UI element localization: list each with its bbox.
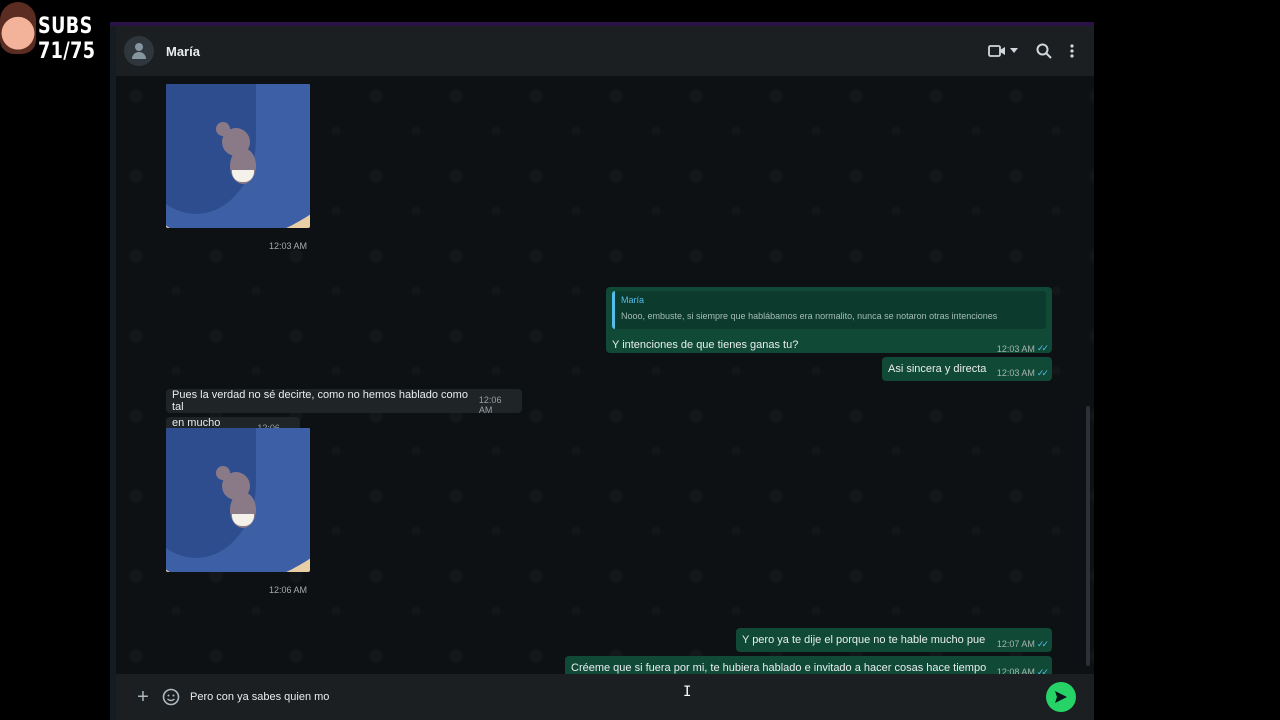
send-button[interactable]: [1046, 682, 1076, 712]
quoted-message[interactable]: María Nooo, embuste, si siempre que habl…: [612, 291, 1046, 329]
message-time: 12:03 AM: [269, 241, 308, 251]
quoted-author: María: [621, 295, 645, 305]
message-text: Y intenciones de que tienes ganas tu?: [612, 338, 799, 351]
quoted-text: Nooo, embuste, si siempre que hablábamos…: [621, 311, 998, 321]
message-time: 12:06 AM: [478, 395, 502, 415]
text-cursor-icon: I: [683, 684, 692, 700]
message-list[interactable]: 12:03 AM María Nooo, embuste, si siempre…: [116, 76, 1094, 680]
video-call-icon: [988, 45, 1005, 57]
outgoing-message[interactable]: Y pero ya te dije el porque no te hable …: [736, 628, 1052, 652]
message-time: 12:03 AM: [996, 368, 1035, 378]
streamer-avatar: [0, 2, 36, 54]
message-time: 12:07 AM: [996, 639, 1035, 649]
chat-window: María 12:03 AM María Nooo, embuste, si s…: [110, 22, 1094, 720]
message-input[interactable]: [188, 690, 1012, 704]
plus-icon[interactable]: +: [134, 686, 152, 709]
scrollbar[interactable]: [1086, 406, 1090, 666]
more-vertical-icon[interactable]: [1070, 44, 1074, 58]
incoming-message[interactable]: Pues la verdad no sé decirte, como no he…: [166, 389, 522, 415]
search-icon[interactable]: [1036, 43, 1052, 59]
message-text: Y pero ya te dije el porque no te hable …: [742, 634, 986, 646]
sticker-icon[interactable]: [162, 688, 180, 706]
read-ticks-icon: ✓✓: [1036, 638, 1049, 649]
message-time: 12:06 AM: [269, 585, 308, 595]
read-ticks-icon: ✓✓: [1036, 343, 1049, 353]
message-composer: +: [116, 674, 1094, 720]
contact-name[interactable]: María: [166, 44, 200, 59]
message-text: Pues la verdad no sé decirte, como no he…: [172, 389, 468, 413]
contact-avatar[interactable]: [124, 36, 154, 66]
video-call-button[interactable]: [988, 44, 1018, 58]
message-text: Asi sincera y directa: [888, 363, 987, 375]
read-ticks-icon: ✓✓: [1036, 367, 1049, 378]
chevron-down-icon: [1010, 48, 1018, 53]
message-time: 12:03 AM: [996, 343, 1035, 354]
outgoing-message[interactable]: Asi sincera y directa 12:03 AM ✓✓: [882, 357, 1052, 381]
send-icon: [1055, 691, 1067, 703]
chat-header[interactable]: María: [116, 26, 1094, 76]
image-message[interactable]: [166, 84, 310, 228]
subs-counter: SUBS 71/75: [38, 14, 96, 64]
reply-message[interactable]: María Nooo, embuste, si siempre que habl…: [606, 287, 1052, 354]
image-message[interactable]: [166, 428, 310, 572]
message-text: Créeme que si fuera por mi, te hubiera h…: [571, 662, 987, 674]
